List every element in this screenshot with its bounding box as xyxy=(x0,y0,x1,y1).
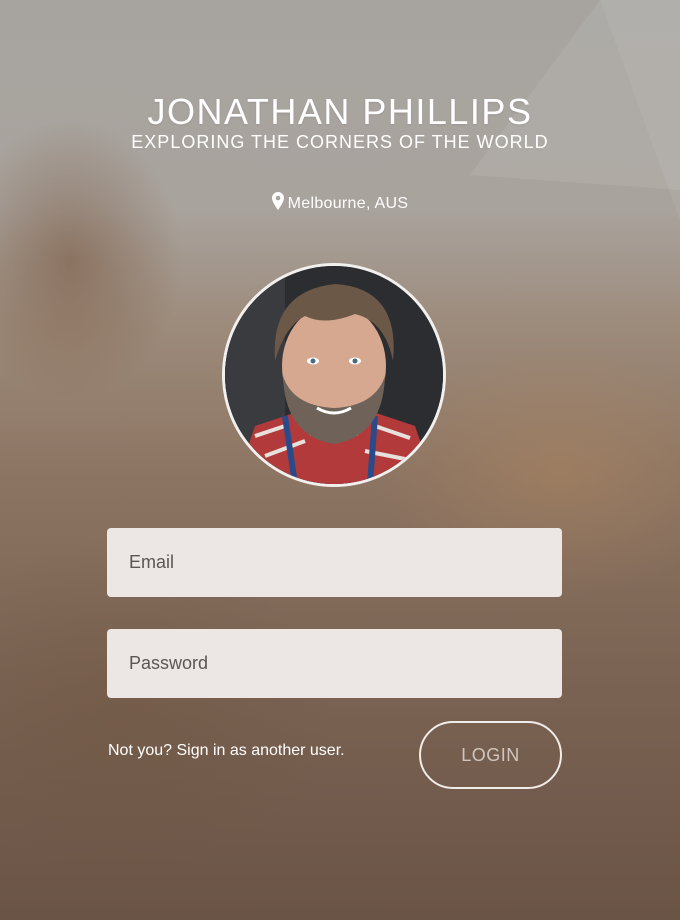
password-field[interactable] xyxy=(107,629,562,698)
profile-header: JONATHAN PHILLIPS EXPLORING THE CORNERS … xyxy=(0,90,680,152)
profile-name: JONATHAN PHILLIPS xyxy=(147,91,533,132)
location-text: Melbourne, AUS xyxy=(287,195,409,212)
map-pin-icon xyxy=(271,192,284,215)
login-button[interactable]: LOGIN xyxy=(419,721,562,789)
email-field[interactable] xyxy=(107,528,562,597)
profile-tagline: EXPLORING THE CORNERS OF THE WORLD xyxy=(131,132,549,152)
switch-user-link[interactable]: Not you? Sign in as another user. xyxy=(108,742,345,760)
avatar xyxy=(222,263,446,487)
profile-location: Melbourne, AUS xyxy=(0,192,680,215)
